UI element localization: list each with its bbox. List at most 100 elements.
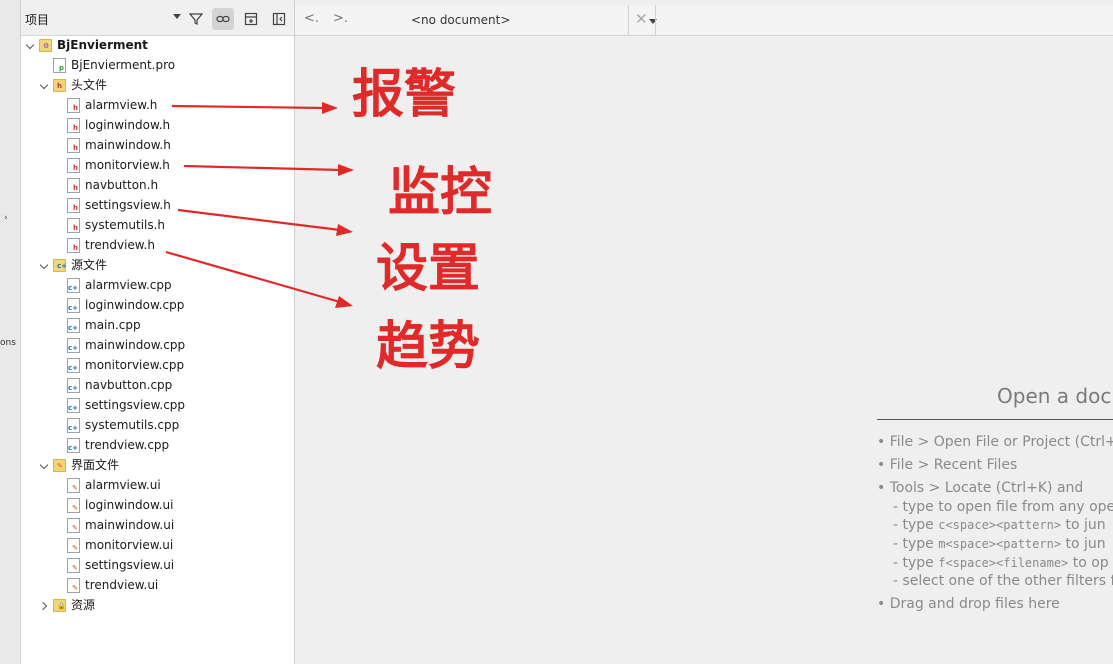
- folder-icon: h: [53, 79, 66, 92]
- tree-item-label: monitorview.h: [85, 158, 170, 172]
- tree-item-label: BjEnvierment: [57, 38, 148, 52]
- close-split-icon: [272, 12, 286, 26]
- tree-item[interactable]: 🔒 资源: [21, 595, 294, 615]
- split-button[interactable]: [240, 8, 262, 30]
- collapse-arrow-icon[interactable]: ›: [4, 213, 8, 223]
- dropdown-arrow-icon: [173, 14, 181, 19]
- tree-item[interactable]: c+ navbutton.cpp: [21, 375, 294, 395]
- tree-item-label: navbutton.cpp: [85, 378, 173, 392]
- hint-sub-method: - type m<space><pattern> to jun: [893, 536, 1106, 552]
- h-file-icon: h: [67, 238, 80, 253]
- tree-item[interactable]: c+ 源文件: [21, 255, 294, 275]
- tree-item[interactable]: h trendview.h: [21, 235, 294, 255]
- tree-item-label: trendview.h: [85, 238, 155, 252]
- hint-drag-drop: • Drag and drop files here: [877, 596, 1060, 612]
- tree-item[interactable]: h navbutton.h: [21, 175, 294, 195]
- tree-item[interactable]: p BjEnvierment.pro: [21, 55, 294, 75]
- tree-item-label: trendview.ui: [85, 578, 159, 592]
- annotation-alarm: 报警: [352, 65, 457, 125]
- left-mode-rail: › ons: [0, 0, 21, 664]
- cpp-file-icon: c+: [67, 338, 80, 353]
- cpp-file-icon: c+: [67, 278, 80, 293]
- tree-item[interactable]: c+ systemutils.cpp: [21, 415, 294, 435]
- tree-item[interactable]: h mainwindow.h: [21, 135, 294, 155]
- cpp-file-icon: c+: [67, 418, 80, 433]
- tree-item-label: alarmview.h: [85, 98, 158, 112]
- separator: [628, 5, 629, 35]
- folder-icon: ✎: [53, 459, 66, 472]
- cpp-file-icon: c+: [67, 318, 80, 333]
- ui-file-icon: ✎: [67, 518, 80, 533]
- tree-item-label: 头文件: [71, 78, 108, 92]
- tree-item-label: mainwindow.ui: [85, 518, 175, 532]
- expanded-arrow-icon[interactable]: [39, 255, 49, 275]
- view-selector-label: 项目: [25, 13, 50, 27]
- tree-item[interactable]: ✎ mainwindow.ui: [21, 515, 294, 535]
- h-file-icon: h: [67, 178, 80, 193]
- view-selector[interactable]: 项目: [23, 8, 181, 28]
- tree-item[interactable]: c+ alarmview.cpp: [21, 275, 294, 295]
- sync-link-button[interactable]: [212, 8, 234, 30]
- back-button[interactable]: <.: [304, 11, 319, 26]
- collapsed-arrow-icon[interactable]: [39, 595, 49, 615]
- cpp-file-icon: c+: [67, 378, 80, 393]
- tree-item[interactable]: h monitorview.h: [21, 155, 294, 175]
- expanded-arrow-icon[interactable]: [25, 35, 35, 55]
- tree-item[interactable]: ✎ monitorview.ui: [21, 535, 294, 555]
- cpp-file-icon: c+: [67, 438, 80, 453]
- close-split-button[interactable]: [268, 8, 290, 30]
- tree-item[interactable]: ✎ 界面文件: [21, 455, 294, 475]
- h-file-icon: h: [67, 118, 80, 133]
- tree-item[interactable]: ✎ settingsview.ui: [21, 555, 294, 575]
- rail-label: ons: [0, 338, 16, 348]
- cpp-file-icon: c+: [67, 298, 80, 313]
- h-file-icon: h: [67, 158, 80, 173]
- tree-item-label: systemutils.cpp: [85, 418, 180, 432]
- add-split-icon: [244, 12, 258, 26]
- project-toolbar: 项目: [21, 0, 294, 36]
- tree-item-label: 源文件: [71, 258, 108, 272]
- tree-item-label: 资源: [71, 598, 96, 612]
- separator: [655, 5, 656, 35]
- tree-item[interactable]: ✎ loginwindow.ui: [21, 495, 294, 515]
- document-selector-label: <no document>: [411, 13, 511, 27]
- cpp-file-icon: c+: [67, 398, 80, 413]
- document-selector[interactable]: <no document>: [329, 9, 657, 31]
- expanded-arrow-icon[interactable]: [39, 455, 49, 475]
- tree-item-label: alarmview.ui: [85, 478, 161, 492]
- tree-item[interactable]: c+ monitorview.cpp: [21, 355, 294, 375]
- tree-item[interactable]: c+ trendview.cpp: [21, 435, 294, 455]
- tree-item-label: settingsview.ui: [85, 558, 175, 572]
- project-icon: ⚙: [39, 39, 52, 52]
- tree-item-label: loginwindow.cpp: [85, 298, 185, 312]
- tree-item-label: 界面文件: [71, 458, 120, 472]
- tree-item[interactable]: c+ main.cpp: [21, 315, 294, 335]
- close-document-button[interactable]: ✕: [635, 10, 648, 28]
- ui-file-icon: ✎: [67, 478, 80, 493]
- ui-file-icon: ✎: [67, 498, 80, 513]
- hint-recent-files: • File > Recent Files: [877, 457, 1018, 473]
- tree-item[interactable]: c+ mainwindow.cpp: [21, 335, 294, 355]
- tree-item[interactable]: h systemutils.h: [21, 215, 294, 235]
- annotation-trend: 趋势: [376, 317, 481, 377]
- editor-toolbar: <. >. <no document> ✕: [295, 5, 1113, 36]
- tree-item-label: trendview.cpp: [85, 438, 170, 452]
- filter-button[interactable]: [185, 8, 207, 30]
- filter-icon: [189, 13, 203, 25]
- tree-item[interactable]: h 头文件: [21, 75, 294, 95]
- h-file-icon: h: [67, 198, 80, 213]
- welcome-divider: [877, 419, 1113, 420]
- tree-item[interactable]: c+ settingsview.cpp: [21, 395, 294, 415]
- tree-item[interactable]: h alarmview.h: [21, 95, 294, 115]
- tree-item-label: mainwindow.cpp: [85, 338, 186, 352]
- hint-sub-filters: - select one of the other filters fo: [893, 573, 1113, 589]
- tree-item[interactable]: c+ loginwindow.cpp: [21, 295, 294, 315]
- tree-item[interactable]: h loginwindow.h: [21, 115, 294, 135]
- tree-item-label: main.cpp: [85, 318, 141, 332]
- tree-item[interactable]: h settingsview.h: [21, 195, 294, 215]
- tree-item[interactable]: ⚙ BjEnvierment: [21, 35, 294, 55]
- folder-icon: 🔒: [53, 599, 66, 612]
- tree-item[interactable]: ✎ trendview.ui: [21, 575, 294, 595]
- tree-item[interactable]: ✎ alarmview.ui: [21, 475, 294, 495]
- expanded-arrow-icon[interactable]: [39, 75, 49, 95]
